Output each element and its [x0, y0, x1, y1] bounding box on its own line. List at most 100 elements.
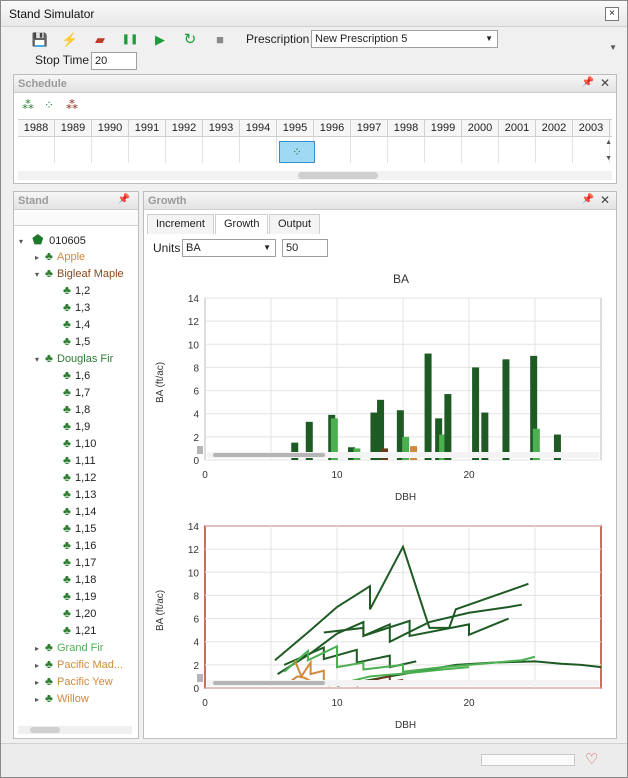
- tree-record-item[interactable]: ♣ 1,11: [63, 452, 96, 469]
- tree-record-item[interactable]: ♣ 1,4: [63, 316, 90, 333]
- schedule-cell[interactable]: [18, 137, 55, 163]
- tree-species-item[interactable]: ▸ ♣ Apple: [35, 248, 85, 265]
- schedule-cell[interactable]: [129, 137, 166, 163]
- tree-record-item[interactable]: ♣ 1,13: [63, 486, 96, 503]
- tree-root[interactable]: ▾ ⬟ 010605: [19, 231, 86, 248]
- schedule-scrollbar[interactable]: [18, 171, 612, 180]
- play-button[interactable]: ▶: [151, 31, 169, 49]
- stop-time-input[interactable]: 20: [91, 52, 137, 70]
- tree-record-item[interactable]: ♣ 1,15: [63, 520, 96, 537]
- schedule-row: [18, 137, 612, 163]
- pin-icon[interactable]: 📌: [582, 194, 594, 205]
- schedule-event-1995[interactable]: ⁘: [279, 141, 315, 163]
- pause-button[interactable]: ❚❚: [121, 31, 139, 49]
- tree-icon: ♣: [63, 538, 71, 552]
- schedule-year-header: 1988 1989 1990 1991 1992 1993 1994 1995 1996 1997…: [18, 119, 612, 137]
- tree-record-item[interactable]: ♣ 1,3: [63, 299, 90, 316]
- tree-icon: ♣: [45, 674, 53, 688]
- tree-item-label: 1,4: [75, 319, 91, 331]
- chevron-right-icon[interactable]: ▸: [35, 640, 45, 657]
- tree-species-item[interactable]: ▸ ♣ Grand Fir: [35, 639, 103, 656]
- units-dropdown[interactable]: BA ▼: [182, 239, 276, 257]
- tree-species-item[interactable]: ▸ ♣ Pacific Yew: [35, 673, 113, 690]
- tab-increment[interactable]: Increment: [147, 214, 214, 234]
- tree-record-item[interactable]: ♣ 1,12: [63, 469, 96, 486]
- schedule-cell[interactable]: [499, 137, 536, 163]
- schedule-cell[interactable]: [92, 137, 129, 163]
- schedule-cell[interactable]: [351, 137, 388, 163]
- refresh-button[interactable]: ↻: [181, 31, 199, 49]
- cut-trees-icon[interactable]: ⁂: [66, 98, 78, 112]
- close-icon[interactable]: ✕: [600, 193, 610, 207]
- tree-record-item[interactable]: ♣ 1,14: [63, 503, 96, 520]
- tree-record-item[interactable]: ♣ 1,5: [63, 333, 90, 350]
- tree-record-item[interactable]: ♣ 1,8: [63, 401, 90, 418]
- chevron-down-icon[interactable]: ▾: [19, 233, 29, 250]
- chevron-right-icon[interactable]: ▸: [35, 691, 45, 708]
- prescription-dropdown[interactable]: New Prescription 5 ▼: [311, 30, 498, 48]
- y-tick-label: 8: [193, 591, 199, 602]
- prescription-label: Prescription: [246, 32, 310, 46]
- schedule-cell[interactable]: [166, 137, 203, 163]
- tree-species-item[interactable]: ▾ ♣ Bigleaf Maple: [35, 265, 124, 282]
- tree-record-item[interactable]: ♣ 1,16: [63, 537, 96, 554]
- tree-record-item[interactable]: ♣ 1,20: [63, 605, 96, 622]
- chevron-right-icon[interactable]: ▸: [35, 249, 45, 266]
- schedule-cell[interactable]: [203, 137, 240, 163]
- pin-icon[interactable]: 📌: [118, 194, 130, 205]
- lightning-button[interactable]: ⚡: [61, 31, 79, 49]
- chevron-right-icon[interactable]: ▸: [35, 657, 45, 674]
- tree-record-item[interactable]: ♣ 1,9: [63, 418, 90, 435]
- tree-species-item[interactable]: ▸ ♣ Pacific Mad...: [35, 656, 123, 673]
- stand-scroll-thumb[interactable]: [30, 727, 60, 733]
- scroll-down-icon[interactable]: ▼: [605, 155, 612, 162]
- pin-icon[interactable]: 📌: [582, 77, 594, 88]
- close-icon[interactable]: ×: [605, 7, 619, 21]
- tree-record-item[interactable]: ♣ 1,10: [63, 435, 96, 452]
- schedule-cell[interactable]: [388, 137, 425, 163]
- scattered-trees-icon[interactable]: ⁂: [22, 98, 34, 112]
- schedule-cell[interactable]: [462, 137, 499, 163]
- schedule-cell[interactable]: [240, 137, 277, 163]
- eraser-button[interactable]: ▰: [91, 31, 109, 49]
- tree-icon: ♣: [45, 691, 53, 705]
- tree-record-item[interactable]: ♣ 1,19: [63, 588, 96, 605]
- chevron-down-icon[interactable]: ▾: [35, 351, 45, 368]
- schedule-cell[interactable]: [314, 137, 351, 163]
- chevron-down-icon[interactable]: ▾: [35, 266, 45, 283]
- tree-record-item[interactable]: ♣ 1,6: [63, 367, 90, 384]
- ba-line-chart: 0 2 4 6 8 10 12 14 0 10 20 DBH BA (ft/ac): [155, 522, 602, 731]
- tree-record-item[interactable]: ♣ 1,21: [63, 622, 96, 639]
- tree-item-label: 1,19: [75, 591, 97, 603]
- close-icon[interactable]: ✕: [600, 76, 610, 90]
- units-number-input[interactable]: 50: [282, 239, 328, 257]
- toolbar-overflow-icon[interactable]: ▼: [609, 43, 617, 52]
- x-tick-label: 0: [202, 470, 208, 481]
- heart-icon[interactable]: ♡: [585, 750, 598, 768]
- stand-panel-title: Stand: [18, 195, 49, 207]
- chevron-right-icon[interactable]: ▸: [35, 674, 45, 691]
- dense-trees-icon[interactable]: ⁘: [44, 98, 54, 112]
- stand-scrollbar[interactable]: [18, 726, 132, 734]
- tree-species-item[interactable]: ▸ ♣ Willow: [35, 690, 89, 707]
- tree-record-item[interactable]: ♣ 1,18: [63, 571, 96, 588]
- chart-v-scroll-thumb: [197, 674, 203, 682]
- tab-growth[interactable]: Growth: [215, 214, 269, 234]
- tree-record-item[interactable]: ♣ 1,7: [63, 384, 90, 401]
- stop-button[interactable]: ■: [211, 31, 229, 49]
- status-bar: ♡: [1, 743, 627, 777]
- schedule-cell[interactable]: [536, 137, 573, 163]
- tree-record-item[interactable]: ♣ 1,17: [63, 554, 96, 571]
- schedule-cell[interactable]: [55, 137, 92, 163]
- schedule-scroll-thumb[interactable]: [298, 172, 378, 179]
- scroll-up-icon[interactable]: ▲: [605, 139, 612, 146]
- schedule-panel-header: Schedule 📌 ✕: [14, 75, 616, 93]
- tree-record-item[interactable]: ♣ 1,2: [63, 282, 90, 299]
- tab-output[interactable]: Output: [269, 214, 321, 234]
- tree-species-item[interactable]: ▾ ♣ Douglas Fir: [35, 350, 113, 367]
- save-button[interactable]: 💾: [31, 31, 49, 49]
- schedule-cell[interactable]: [425, 137, 462, 163]
- year-2001: 2001: [499, 120, 536, 136]
- tree-icon: ♣: [63, 521, 71, 535]
- tree-item-label: 1,13: [75, 489, 97, 501]
